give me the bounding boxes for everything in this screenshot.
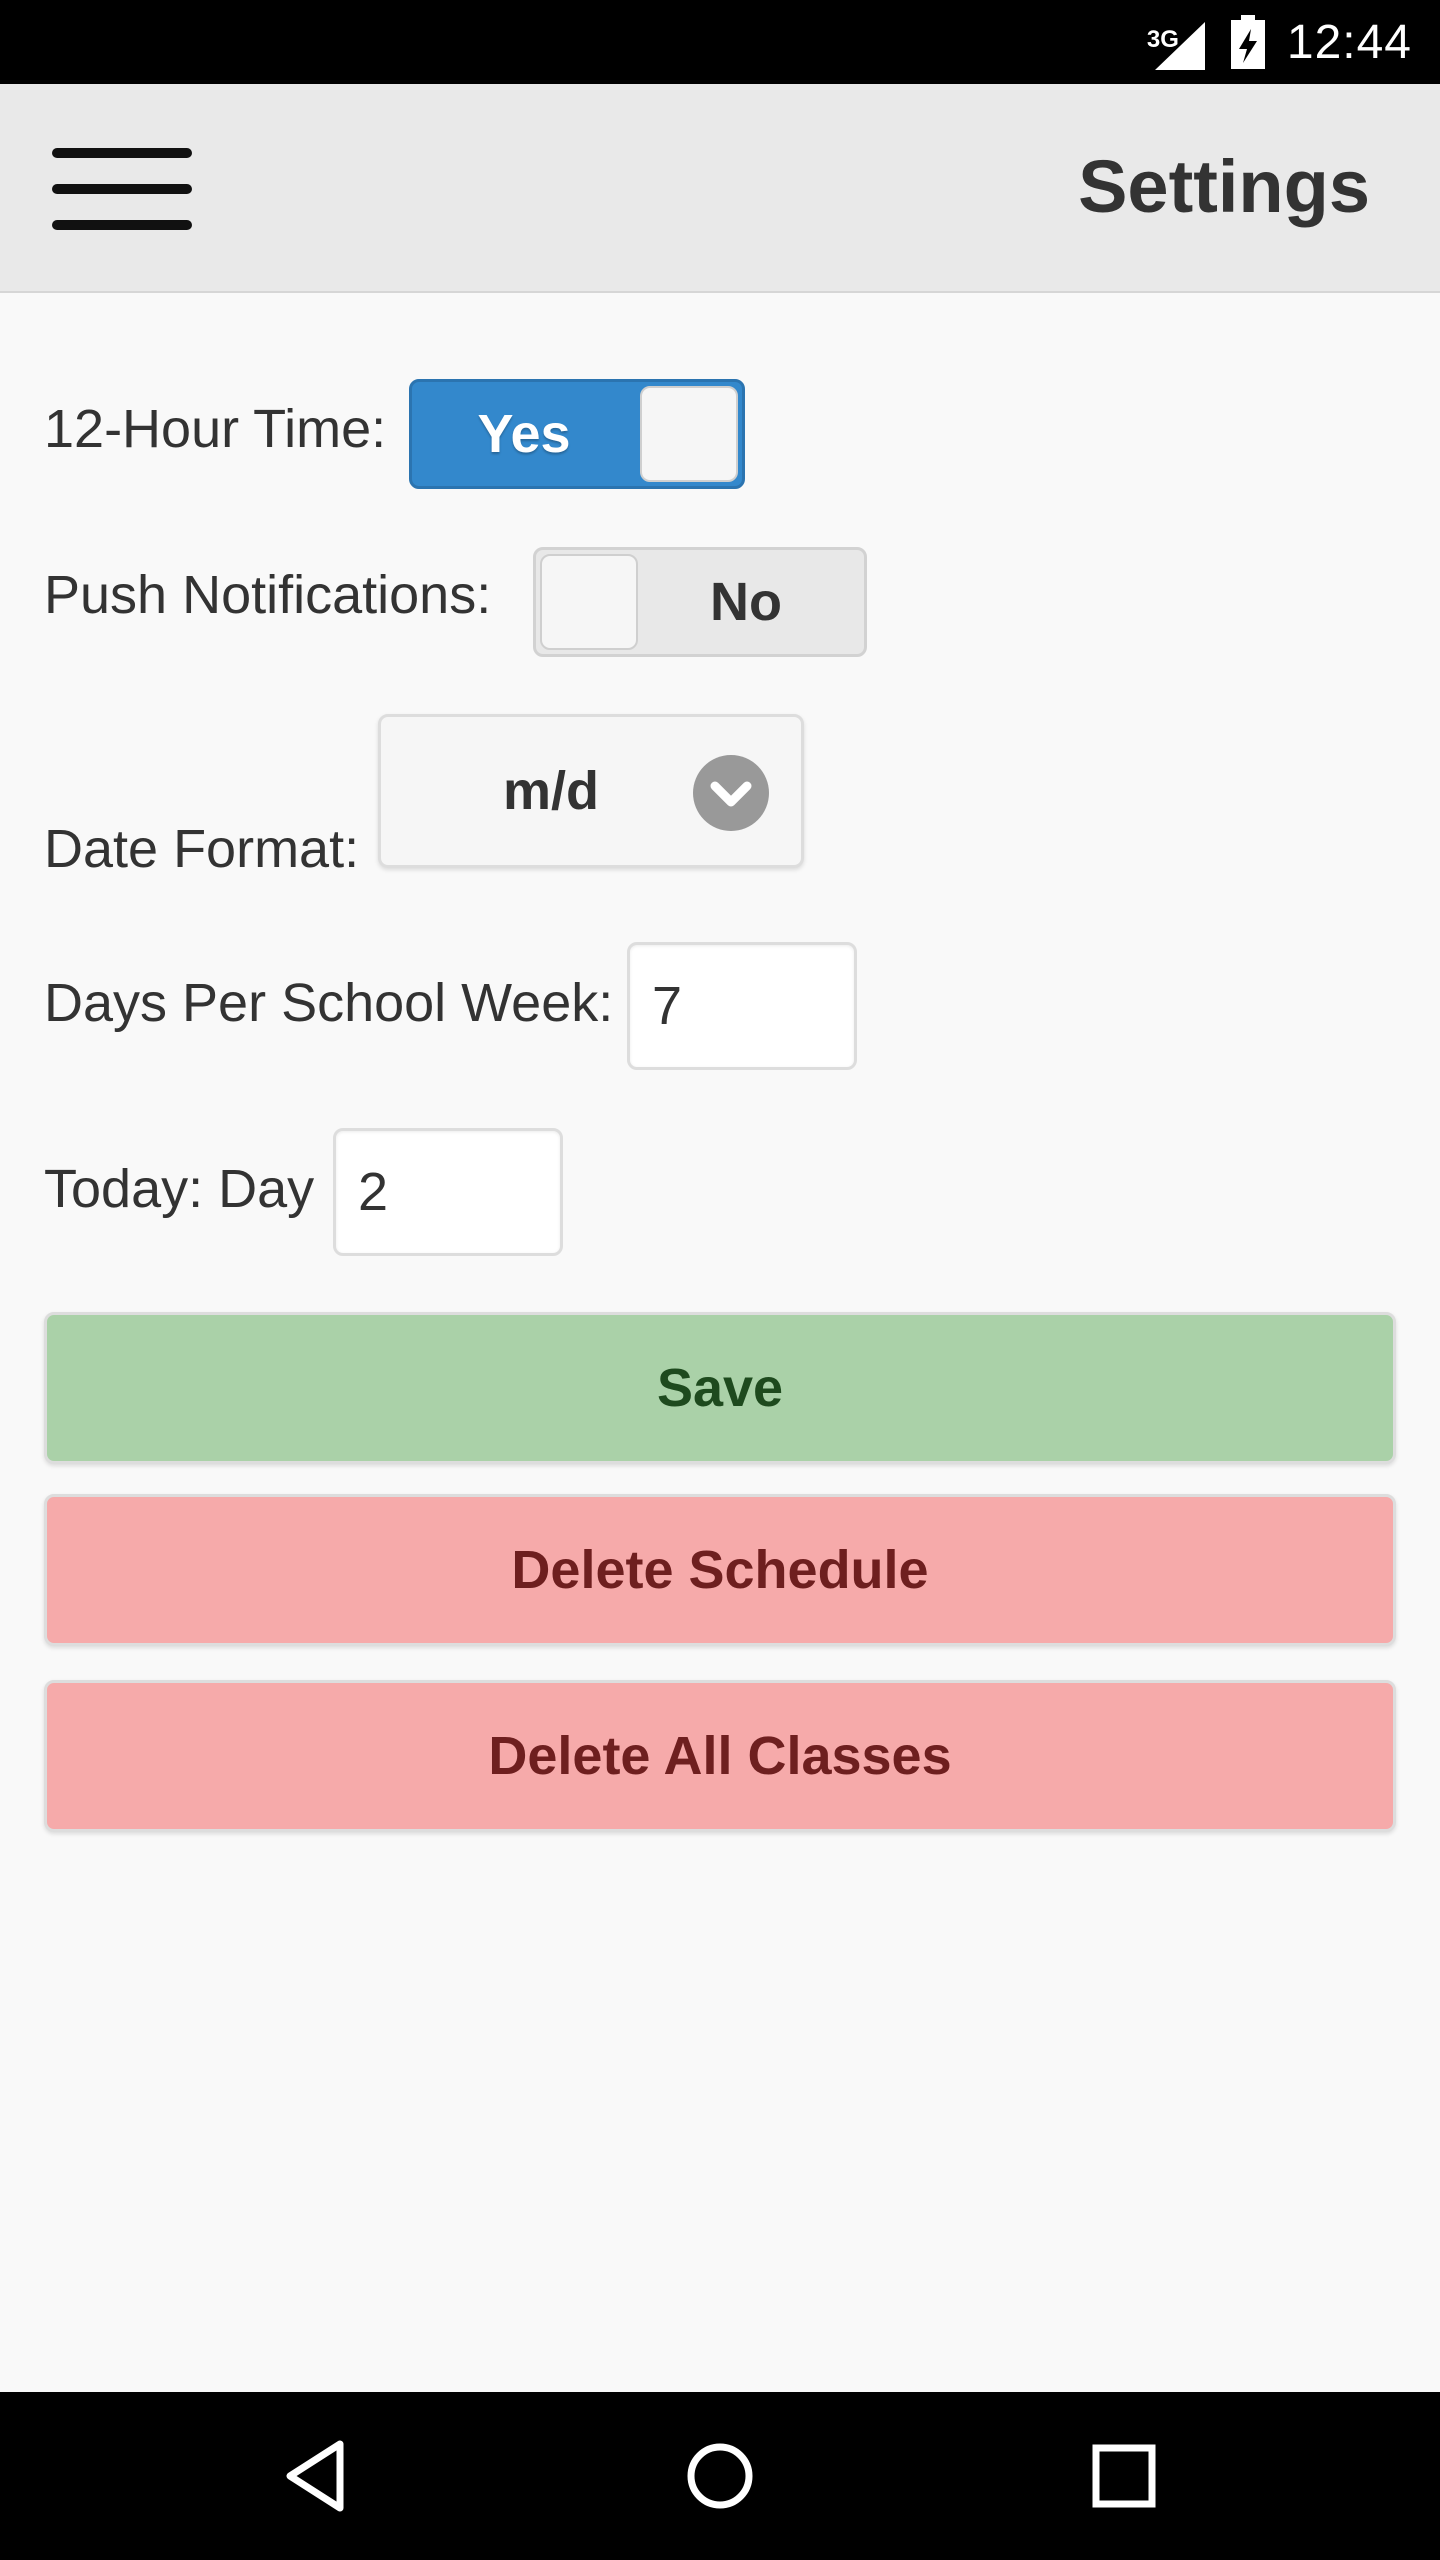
page-title: Settings <box>1078 145 1370 228</box>
status-bar: 3G 12:44 <box>0 0 1440 84</box>
delete-schedule-button[interactable]: Delete Schedule <box>44 1494 1396 1646</box>
days-per-week-input[interactable] <box>627 942 857 1070</box>
today-day-input[interactable] <box>333 1128 563 1256</box>
date-format-value: m/d <box>502 761 599 821</box>
app-header: Settings <box>0 84 1440 293</box>
twelve-hour-time-switch[interactable]: Yes <box>409 379 745 489</box>
twelve-hour-time-label: 12-Hour Time: <box>44 399 387 459</box>
switch-handle[interactable] <box>640 386 738 482</box>
date-format-select[interactable]: m/d <box>378 714 804 868</box>
date-format-label: Date Format: <box>44 819 360 879</box>
days-per-week-label: Days Per School Week: <box>44 973 614 1033</box>
signal-icon <box>1154 22 1205 70</box>
save-button[interactable]: Save <box>44 1312 1396 1464</box>
recents-icon[interactable] <box>1082 2434 1166 2518</box>
clock: 12:44 <box>1286 15 1412 69</box>
chevron-down-icon <box>693 755 769 831</box>
navigation-bar <box>0 2392 1440 2560</box>
switch-handle[interactable] <box>540 554 638 650</box>
hamburger-menu-icon <box>52 148 192 230</box>
today-day-label: Today: Day <box>44 1159 315 1219</box>
signal-indicator: 3G <box>1147 14 1209 70</box>
switch-off-text: No <box>710 572 782 632</box>
push-notifications-switch[interactable]: No <box>533 547 867 657</box>
status-icons: 3G 12:44 <box>1147 0 1412 84</box>
back-icon[interactable] <box>276 2434 360 2518</box>
home-icon[interactable] <box>678 2434 762 2518</box>
delete-all-classes-button[interactable]: Delete All Classes <box>44 1680 1396 1832</box>
switch-on-text: Yes <box>477 404 571 464</box>
push-notifications-label: Push Notifications: <box>44 565 492 625</box>
menu-button[interactable] <box>50 134 194 244</box>
battery-icon <box>1230 15 1265 69</box>
